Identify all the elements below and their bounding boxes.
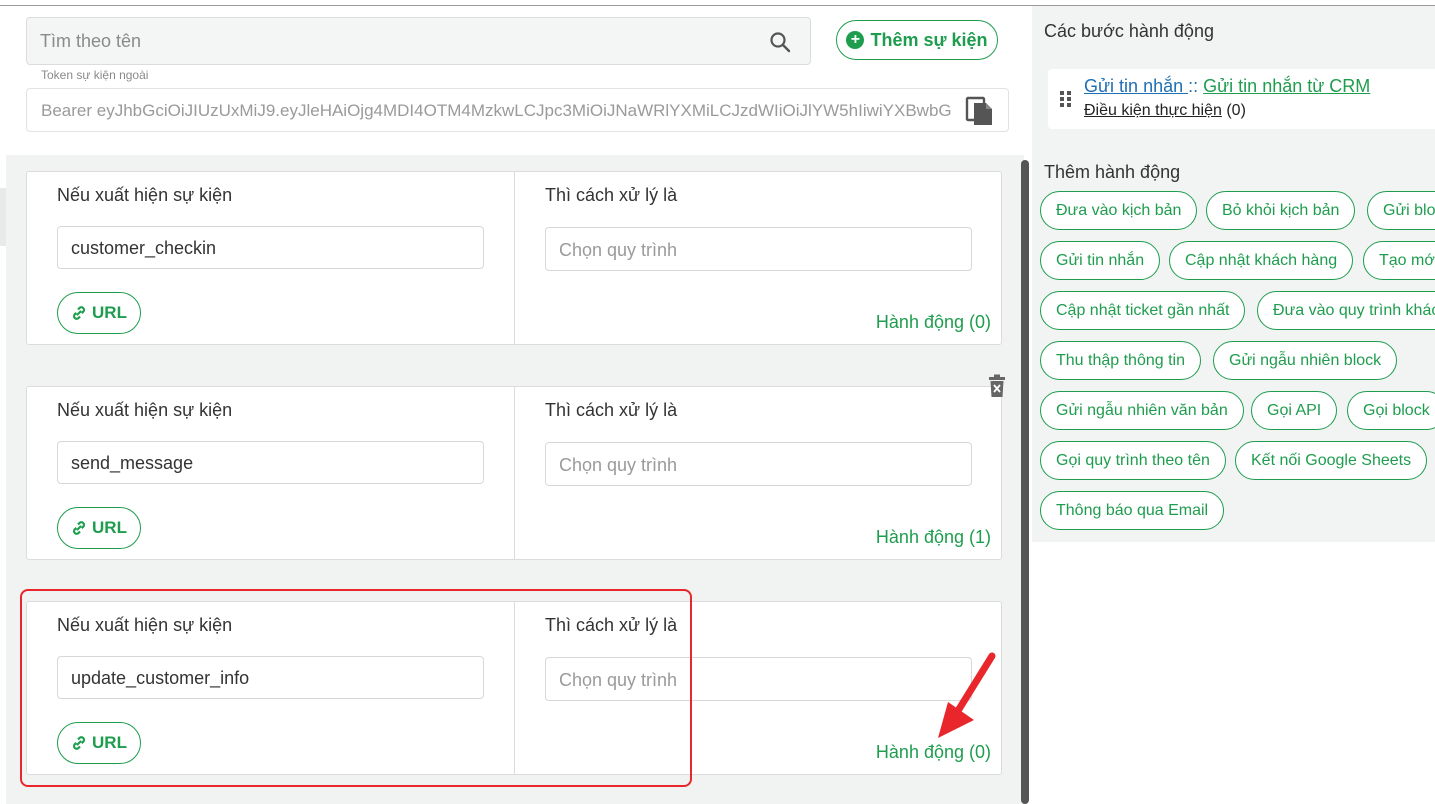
link-icon — [72, 306, 86, 320]
step-target-link[interactable]: Gửi tin nhắn từ CRM — [1203, 76, 1370, 96]
card-divider — [514, 172, 515, 344]
token-field[interactable]: Bearer eyJhbGciOiJIUzUxMiJ9.eyJleHAiOjg4… — [26, 88, 1009, 132]
action-step-card[interactable]: Gửi tin nhắn :: Gửi tin nhắn từ CRM Điều… — [1048, 69, 1435, 129]
link-icon — [72, 736, 86, 750]
event-name-input[interactable]: send_message — [57, 441, 484, 484]
action-chip[interactable]: Kết nối Google Sheets — [1235, 441, 1428, 480]
event-if-label: Nếu xuất hiện sự kiện — [57, 615, 233, 635]
scrollbar[interactable] — [1021, 160, 1029, 804]
add-event-label: Thêm sự kiện — [870, 29, 988, 50]
step-action-link[interactable]: Gửi tin nhắn — [1084, 76, 1188, 96]
event-if-label: Nếu xuất hiện sự kiện — [57, 400, 233, 420]
url-label: URL — [92, 518, 127, 537]
url-label: URL — [92, 733, 127, 752]
flow-select[interactable]: Chọn quy trình — [545, 657, 972, 701]
search-placeholder: Tìm theo tên — [40, 31, 142, 51]
plus-circle-icon: + — [846, 31, 865, 49]
actions-link[interactable]: Hành động (0) — [876, 742, 991, 763]
search-icon[interactable] — [768, 30, 792, 54]
card-divider — [514, 602, 515, 774]
search-input[interactable]: Tìm theo tên — [26, 17, 811, 65]
url-button[interactable]: URL — [57, 722, 141, 764]
actions-link[interactable]: Hành động (0) — [876, 312, 991, 333]
action-chip[interactable]: Cập nhật khách hàng — [1169, 241, 1354, 280]
flow-select[interactable]: Chọn quy trình — [545, 227, 972, 271]
action-chip[interactable]: Gọi quy trình theo tên — [1040, 441, 1226, 480]
action-chip[interactable]: Gửi ngẫu nhiên văn bản — [1040, 391, 1244, 430]
step-separator: :: — [1188, 76, 1204, 96]
step-condition-link[interactable]: Điều kiện thực hiện — [1084, 102, 1222, 119]
event-then-label: Thì cách xử lý là — [545, 615, 678, 635]
url-button[interactable]: URL — [57, 507, 141, 549]
action-chip[interactable]: Cập nhật ticket gần nhất — [1040, 291, 1246, 330]
url-button[interactable]: URL — [57, 292, 141, 334]
token-label: Token sự kiện ngoài — [41, 68, 149, 82]
event-if-label: Nếu xuất hiện sự kiện — [57, 185, 233, 205]
action-chip[interactable]: Gửi block — [1367, 191, 1435, 230]
action-chip[interactable]: Bỏ khỏi kịch bản — [1206, 191, 1356, 230]
event-name-input[interactable]: customer_checkin — [57, 226, 484, 269]
event-card: Nếu xuất hiện sự kiện Thì cách xử lý là … — [26, 386, 1002, 560]
step-condition-count: (0) — [1221, 102, 1246, 119]
url-label: URL — [92, 303, 127, 322]
left-edge-marker — [0, 188, 6, 246]
event-card: Nếu xuất hiện sự kiện Thì cách xử lý là … — [26, 171, 1002, 345]
actions-link[interactable]: Hành động (1) — [876, 527, 991, 548]
red-arrow-annotation — [938, 652, 996, 738]
action-chip[interactable]: Gọi block — [1347, 391, 1435, 430]
event-then-label: Thì cách xử lý là — [545, 185, 678, 205]
action-chip[interactable]: Thông báo qua Email — [1040, 491, 1225, 530]
token-value: Bearer eyJhbGciOiJIUzUxMiJ9.eyJleHAiOjg4… — [41, 101, 952, 120]
add-event-button[interactable]: + Thêm sự kiện — [836, 20, 998, 60]
copy-icon[interactable] — [965, 95, 995, 127]
link-icon — [72, 521, 86, 535]
drag-handle-icon[interactable] — [1059, 89, 1073, 109]
card-divider — [514, 387, 515, 559]
action-chip[interactable]: Thu thập thông tin — [1040, 341, 1201, 380]
event-then-label: Thì cách xử lý là — [545, 400, 678, 420]
trash-icon[interactable] — [987, 374, 1007, 398]
action-chip[interactable]: Đưa vào kịch bản — [1040, 191, 1198, 230]
action-chip[interactable]: Đưa vào quy trình khác — [1257, 291, 1435, 330]
add-action-title: Thêm hành động — [1044, 162, 1181, 182]
flow-select[interactable]: Chọn quy trình — [545, 442, 972, 486]
event-name-input[interactable]: update_customer_info — [57, 656, 484, 699]
action-chip[interactable]: Tạo mới — [1363, 241, 1435, 280]
action-chip[interactable]: Gọi API — [1251, 391, 1338, 430]
event-card: Nếu xuất hiện sự kiện Thì cách xử lý là … — [26, 601, 1002, 775]
action-chip[interactable]: Gửi ngẫu nhiên block — [1213, 341, 1398, 380]
action-chip[interactable]: Gửi tin nhắn — [1040, 241, 1161, 280]
steps-title: Các bước hành động — [1044, 21, 1214, 41]
